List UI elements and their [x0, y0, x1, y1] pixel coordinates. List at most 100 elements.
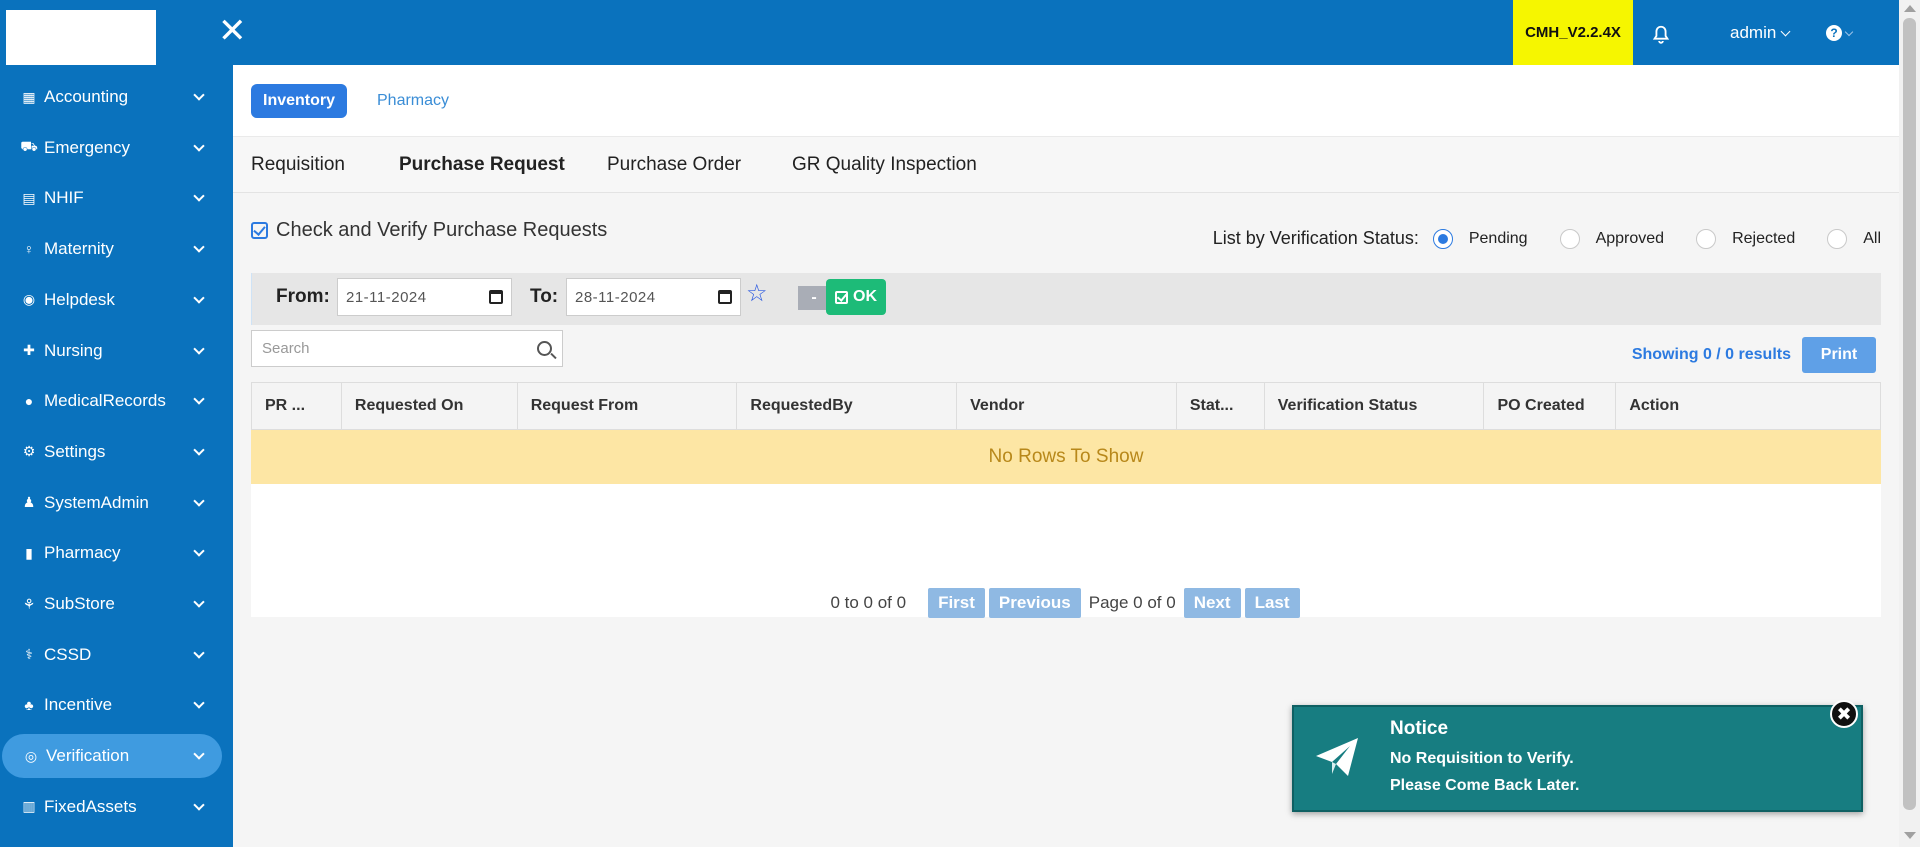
- logo[interactable]: [6, 10, 156, 66]
- column-header[interactable]: Requested On: [342, 383, 518, 429]
- tab-purchase-order[interactable]: Purchase Order: [607, 137, 741, 193]
- from-date-input[interactable]: 21-11-2024: [337, 278, 512, 316]
- records-icon: ●: [24, 393, 34, 410]
- radio-rejected-label: Rejected: [1732, 229, 1796, 247]
- bell-icon[interactable]: [1650, 24, 1672, 46]
- chevron-down-icon[interactable]: [193, 494, 205, 507]
- chevron-down-icon[interactable]: [193, 292, 205, 304]
- chevron-down-icon[interactable]: [193, 140, 205, 152]
- chevron-down-icon[interactable]: [193, 799, 205, 811]
- column-header[interactable]: Stat...: [1177, 383, 1265, 429]
- help-icon: ?: [1826, 25, 1842, 41]
- cssd-icon: ⚕: [25, 646, 33, 663]
- tab-gr-quality-inspection[interactable]: GR Quality Inspection: [792, 137, 977, 193]
- radio-approved[interactable]: [1559, 228, 1580, 249]
- chevron-down-icon[interactable]: [193, 89, 205, 101]
- sidebar-item-substore[interactable]: ⚘ SubStore: [0, 582, 233, 626]
- sidebar-item-accounting[interactable]: ▦ Accounting: [0, 75, 233, 119]
- scrollbar-thumb[interactable]: [1903, 18, 1916, 810]
- calendar-icon[interactable]: [718, 290, 732, 304]
- star-favorite-icon[interactable]: ☆: [746, 282, 768, 306]
- checkbox-checked-icon: [251, 222, 268, 239]
- column-header[interactable]: PR ...: [252, 383, 342, 429]
- paper-plane-icon: [1316, 738, 1358, 776]
- sidebar-item-verification[interactable]: ◎ Verification: [2, 734, 222, 779]
- column-header[interactable]: Verification Status: [1265, 383, 1485, 429]
- sidebar-item-nursing[interactable]: ✚ Nursing: [0, 329, 233, 373]
- chevron-down-icon: [1780, 26, 1791, 36]
- store-icon: ⚘: [22, 595, 36, 612]
- column-header[interactable]: RequestedBy: [737, 383, 958, 429]
- sidebar-item-label: Pharmacy: [44, 543, 121, 563]
- gear-icon: ⚙: [22, 443, 36, 460]
- chevron-down-icon[interactable]: [193, 596, 205, 608]
- sidebar-item-label: MedicalRecords: [44, 391, 166, 411]
- chevron-down-icon[interactable]: [193, 647, 205, 659]
- chevron-down-icon[interactable]: [193, 748, 205, 760]
- chevron-down-icon[interactable]: [193, 241, 205, 253]
- verify-icon: ◎: [24, 747, 38, 764]
- sidebar-item-medicalrecords[interactable]: ● MedicalRecords: [0, 379, 233, 423]
- admin-icon: ♟: [22, 494, 36, 511]
- sidebar-item-label: Emergency: [44, 137, 130, 157]
- radio-all[interactable]: [1827, 228, 1848, 249]
- sidebar-item-label: SubStore: [44, 594, 115, 613]
- close-menu-icon[interactable]: ✕: [218, 14, 247, 48]
- calendar-icon[interactable]: [489, 290, 503, 304]
- sidebar-item-emergency[interactable]: ⛟ Emergency: [0, 126, 233, 170]
- user-menu[interactable]: admin: [1730, 23, 1791, 43]
- sidebar-item-nhif[interactable]: ▤ NHIF: [0, 176, 233, 220]
- radio-rejected[interactable]: [1696, 228, 1717, 249]
- sidebar-item-incentive[interactable]: ♣ Incentive: [0, 683, 233, 727]
- previous-page-button[interactable]: Previous: [988, 588, 1081, 618]
- column-header[interactable]: Action: [1616, 383, 1880, 429]
- column-header[interactable]: PO Created: [1484, 383, 1617, 429]
- tab-purchase-request[interactable]: Purchase Request: [399, 137, 565, 193]
- column-header[interactable]: Request From: [518, 383, 738, 429]
- chevron-down-icon[interactable]: [193, 697, 205, 710]
- close-icon[interactable]: ✖: [1830, 700, 1858, 728]
- ok-button[interactable]: OK: [826, 279, 886, 315]
- sidebar-item-fixedassets[interactable]: ▥ FixedAssets: [0, 785, 233, 829]
- scroll-up-arrow-icon[interactable]: [1904, 5, 1916, 12]
- print-button[interactable]: Print: [1802, 337, 1876, 373]
- radio-pending[interactable]: [1432, 228, 1453, 249]
- assets-icon: ▥: [22, 798, 36, 815]
- tab-requisition[interactable]: Requisition: [251, 137, 345, 193]
- last-page-button[interactable]: Last: [1244, 588, 1300, 618]
- first-page-button[interactable]: First: [928, 588, 985, 618]
- chevron-down-icon[interactable]: [193, 444, 205, 456]
- sidebar-item-pharmacy[interactable]: ▮ Pharmacy: [0, 531, 233, 575]
- sidebar-item-label: Helpdesk: [44, 289, 115, 309]
- from-date-value: 21-11-2024: [346, 288, 427, 306]
- sidebar-item-systemadmin[interactable]: ♟ SystemAdmin: [0, 481, 233, 525]
- sidebar: ▦ Accounting ⛟ Emergency ▤ NHIF ♀ Maternity ◉ Hel…: [0, 65, 233, 847]
- chevron-down-icon[interactable]: [193, 393, 205, 405]
- chevron-down-icon: [1844, 27, 1854, 36]
- sidebar-item-label: Incentive: [44, 695, 113, 715]
- sidebar-item-cssd[interactable]: ⚕ CSSD: [0, 633, 233, 677]
- to-date-input[interactable]: 28-11-2024: [566, 278, 741, 316]
- tab-pharmacy[interactable]: Pharmacy: [365, 84, 461, 118]
- sidebar-item-label: Nursing: [44, 340, 103, 360]
- next-page-button[interactable]: Next: [1183, 588, 1241, 618]
- chevron-down-icon[interactable]: [193, 342, 205, 355]
- user-name: admin: [1730, 23, 1777, 42]
- help-menu[interactable]: ?: [1826, 25, 1854, 41]
- chevron-down-icon[interactable]: [193, 190, 205, 203]
- sidebar-item-helpdesk[interactable]: ◉ Helpdesk: [0, 278, 233, 322]
- notice-message-line-1: No Requisition to Verify.: [1390, 750, 1574, 767]
- sidebar-item-settings[interactable]: ⚙ Settings: [0, 430, 233, 474]
- sub-tabs: Requisition Purchase Request Purchase Or…: [233, 137, 1899, 193]
- sidebar-item-label: Settings: [44, 441, 106, 461]
- sidebar-item-maternity[interactable]: ♀ Maternity: [0, 227, 233, 271]
- showing-prefix: Showing: [1631, 346, 1699, 363]
- column-header[interactable]: Vendor: [957, 383, 1177, 429]
- scroll-down-arrow-icon[interactable]: [1904, 832, 1916, 839]
- tab-inventory[interactable]: Inventory: [251, 84, 348, 118]
- results-count: Showing 0 / 0 results: [1632, 346, 1791, 364]
- chevron-down-icon[interactable]: [193, 545, 205, 557]
- search-icon[interactable]: [537, 341, 552, 356]
- showing-suffix: results: [1738, 346, 1791, 363]
- search-input[interactable]: Search: [251, 330, 563, 367]
